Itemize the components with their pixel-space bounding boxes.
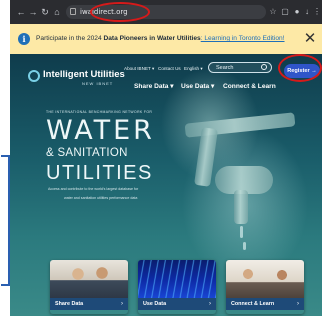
announcement-highlight: Data Pioneers in Water Utilities (103, 35, 201, 42)
card-label: Use Data (143, 301, 167, 307)
card-label-bar: Connect & Learn › (226, 298, 304, 310)
chevron-right-icon: › (209, 301, 211, 307)
profile-icon[interactable]: ● (292, 6, 302, 18)
info-icon: i (18, 33, 30, 45)
about-ibnet-link[interactable]: About IBNET ▾ (124, 65, 154, 73)
data-visualization-image (138, 260, 216, 300)
hero-title-sanitation: & SANITATION (46, 147, 128, 159)
announcement-lead: Participate in the 2024 (36, 35, 104, 42)
site-logo[interactable]: Intelligent Utilities (43, 69, 125, 81)
search-input[interactable]: Search (208, 62, 272, 73)
hero-description-line2: water and sanitation utilities performan… (64, 196, 138, 200)
back-icon[interactable]: ← (16, 6, 26, 18)
register-highlight-circle (278, 54, 322, 82)
share-data-card[interactable]: Share Data › (50, 260, 128, 314)
chevron-right-icon: › (297, 301, 299, 307)
contact-us-link[interactable]: Contact Us (158, 65, 181, 73)
menu-icon[interactable]: ⋮ (312, 6, 322, 18)
water-drip-image (240, 226, 243, 238)
menu-use-data[interactable]: Use Data ▾ (181, 82, 214, 92)
hero-description-line1: Access and contribute to the world's lar… (48, 187, 139, 191)
card-label-bar: Use Data › (138, 298, 216, 310)
search-icon[interactable] (261, 64, 267, 70)
browser-toolbar: ← → ↻ ⌂ iwaidirect.org ☆ ▢ ● ↓ ⋮ (10, 0, 322, 24)
use-data-card[interactable]: Use Data › (138, 260, 216, 314)
announcement-text: Participate in the 2024 Data Pioneers in… (36, 33, 285, 45)
lock-icon (70, 8, 76, 15)
water-drip-image (243, 242, 246, 250)
chevron-right-icon: › (121, 301, 123, 307)
site-logo-sub: NEW IBNET (82, 81, 114, 86)
close-icon[interactable]: ✕ (301, 29, 319, 49)
browser-window: ← → ↻ ⌂ iwaidirect.org ☆ ▢ ● ↓ ⋮ i Parti… (10, 0, 322, 316)
reload-icon[interactable]: ↻ (40, 6, 50, 18)
menu-connect-learn[interactable]: Connect & Learn (223, 82, 276, 92)
announcement-link[interactable]: : Learning in Toronto Edition! (201, 35, 285, 42)
meeting-people-image (226, 260, 304, 300)
people-working-image (50, 260, 128, 300)
hero-tagline: THE INTERNATIONAL BENCHMARKING NETWORK F… (46, 110, 153, 114)
card-label-bar: Share Data › (50, 298, 128, 310)
menu-share-data[interactable]: Share Data ▾ (134, 82, 174, 92)
search-placeholder: Search (216, 65, 234, 71)
card-label: Connect & Learn (231, 301, 275, 307)
logo-icon[interactable] (28, 70, 40, 82)
hero-title-utilities: UTILITIES (46, 162, 153, 184)
language-select[interactable]: English ▾ (184, 65, 203, 73)
hero-section: Intelligent Utilities NEW IBNET About IB… (10, 54, 322, 316)
connect-learn-card[interactable]: Connect & Learn › (226, 260, 304, 314)
forward-icon[interactable]: → (28, 6, 38, 18)
announcement-banner: i Participate in the 2024 Data Pioneers … (10, 24, 322, 54)
home-icon[interactable]: ⌂ (52, 6, 62, 18)
download-icon[interactable]: ↓ (302, 6, 312, 18)
faucet-tap-image (234, 190, 248, 224)
star-icon[interactable]: ☆ (268, 6, 278, 18)
extension-icon[interactable]: ▢ (280, 6, 290, 18)
card-label: Share Data (55, 301, 84, 307)
url-highlight-circle (90, 2, 150, 22)
side-highlight-bracket (1, 155, 10, 286)
hero-title-water: WATER (46, 115, 155, 146)
